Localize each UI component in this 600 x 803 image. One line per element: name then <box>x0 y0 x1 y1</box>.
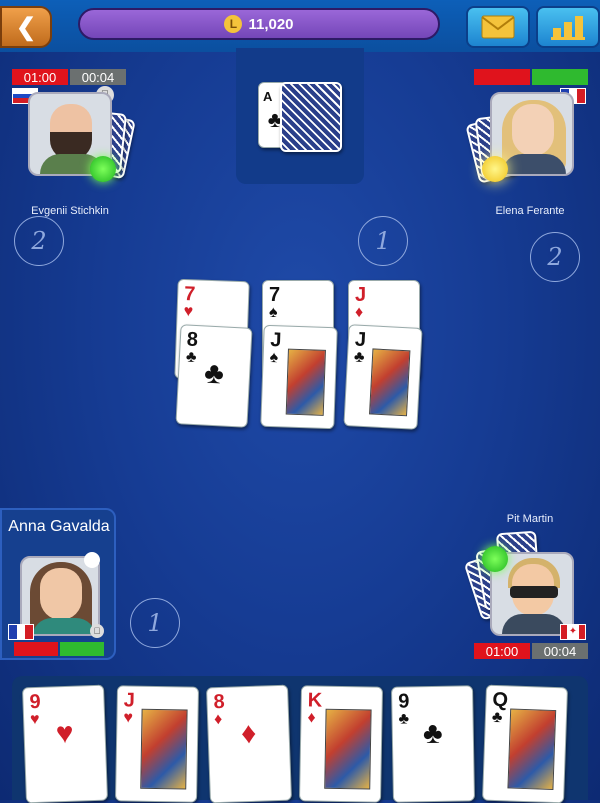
player-name: Elena Ferante <box>495 205 565 217</box>
leaderboard-button[interactable] <box>536 6 600 48</box>
hand-card[interactable]: J ♥ <box>114 685 200 803</box>
card-center-suit: ♣ <box>203 356 225 391</box>
hand-card[interactable]: 8 ♦ ♦ <box>206 684 292 803</box>
hand-card[interactable]: 9 ♣ ♣ <box>390 685 476 803</box>
status-indicator <box>84 552 100 568</box>
hand-card[interactable]: 9 ♥ ♥ <box>22 684 108 803</box>
timer-left: 01:00 <box>12 69 68 85</box>
card-rank: J <box>355 284 367 306</box>
card-suit: ♥ <box>123 709 134 727</box>
card-suit: ♦ <box>307 709 316 727</box>
flag-canada-icon: ✦ <box>560 624 586 640</box>
chevron-left-icon: ❮ <box>15 13 37 41</box>
score-circle: 1 <box>130 598 180 648</box>
timer-left <box>14 642 58 656</box>
player-name: Evgenii Stichkin <box>31 205 109 217</box>
card-suit: ♣ <box>353 348 365 366</box>
coin-balance-value: 11,020 <box>248 15 294 33</box>
coin-icon: L <box>224 15 243 33</box>
coin-balance: L 11,020 <box>78 8 440 40</box>
flag-france-icon <box>8 624 34 640</box>
card-rank: 9 <box>398 690 410 713</box>
timer-right <box>60 642 104 656</box>
card-rank: J <box>354 328 367 352</box>
card-rank: 8 <box>186 328 199 352</box>
score-circle: 2 <box>530 232 580 282</box>
card-suit: ♠ <box>269 348 279 367</box>
mail-button[interactable] <box>466 6 530 48</box>
card-rank: 9 <box>29 690 42 714</box>
card-rank: 8 <box>213 690 226 714</box>
card-rank: 7 <box>269 284 281 306</box>
score-circle: 2 <box>14 216 64 266</box>
hand-card[interactable]: K ♦ <box>298 685 384 803</box>
table-card: J ♣ <box>343 324 423 430</box>
timer-left: 01:00 <box>474 643 530 659</box>
draw-pile[interactable] <box>280 82 342 152</box>
card-center-suit: ♦ <box>240 716 257 751</box>
hand-card[interactable]: Q ♣ <box>482 684 568 803</box>
card-suit: ♣ <box>491 708 503 727</box>
card-rank: A <box>263 89 273 104</box>
back-button[interactable]: ❮ <box>0 6 52 48</box>
deck-panel: A ♣ <box>236 48 364 184</box>
card-suit: ♥ <box>183 303 194 321</box>
timer-left <box>474 69 530 85</box>
table-card: 8 ♣ ♣ <box>175 324 253 428</box>
card-center-suit: ♣ <box>422 716 443 751</box>
timer-right <box>532 69 588 85</box>
card-rank: K <box>307 689 323 712</box>
card-rank: J <box>123 689 136 712</box>
mail-icon <box>481 15 515 39</box>
card-center-suit: ♥ <box>55 716 75 751</box>
thinking-indicator <box>482 156 508 182</box>
active-indicator <box>90 156 116 182</box>
table-card: J ♠ <box>260 324 338 430</box>
player-name: Anna Gavalda <box>8 518 110 535</box>
card-suit: ♠ <box>269 304 278 321</box>
apple-icon:  <box>90 624 104 638</box>
card-rank: Q <box>492 688 509 712</box>
timer-right: 00:04 <box>70 69 126 85</box>
center-score-circle: 1 <box>358 216 408 266</box>
card-rank: 7 <box>183 283 196 306</box>
active-indicator <box>482 546 508 572</box>
card-rank: J <box>269 328 282 352</box>
player-name: Pit Martin <box>506 513 554 525</box>
timer-right: 00:04 <box>532 643 588 659</box>
card-suit: ♦ <box>355 304 364 321</box>
leaderboard-icon <box>551 16 585 40</box>
